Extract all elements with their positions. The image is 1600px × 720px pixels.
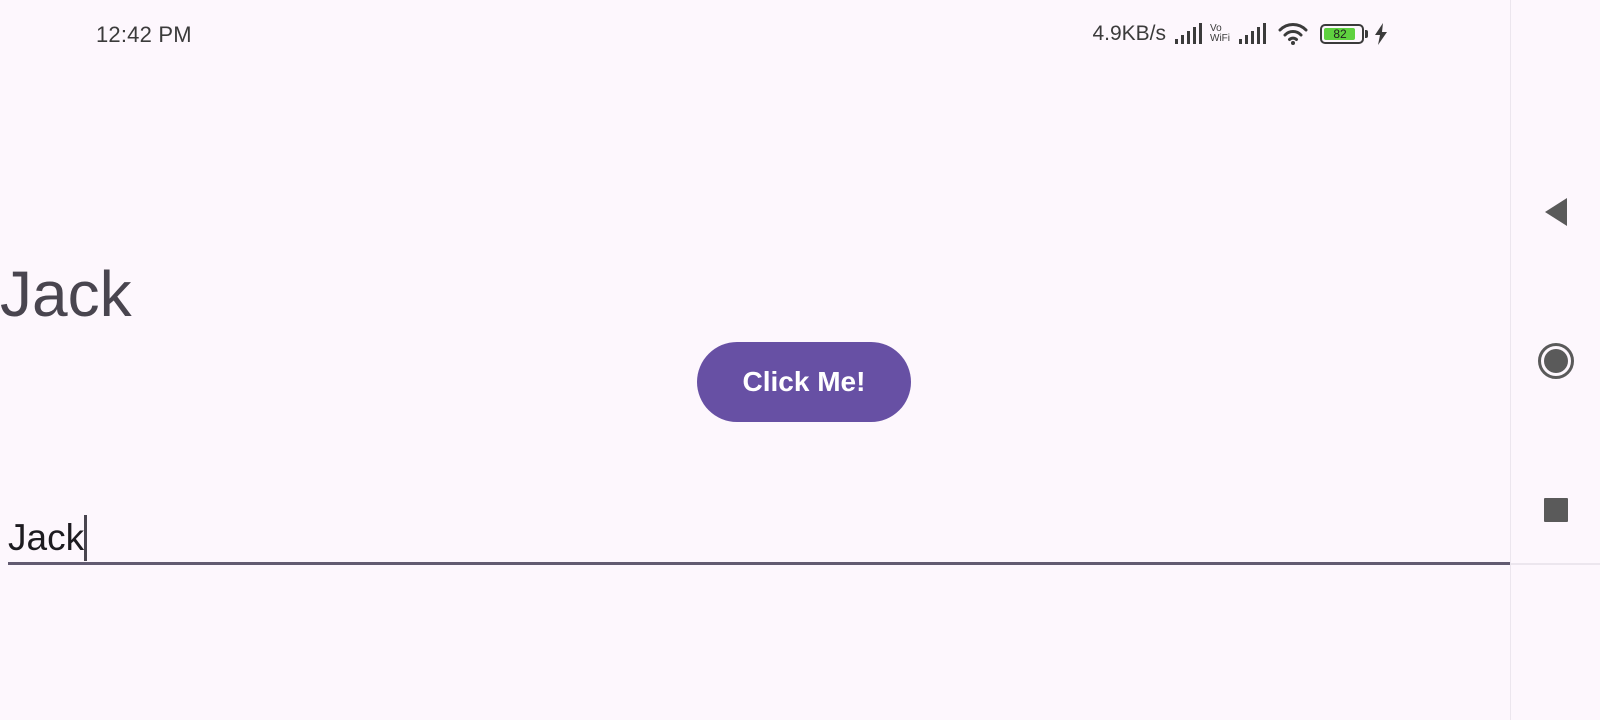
vowifi-icon: Vo WiFi [1210,24,1230,44]
charging-bolt-icon [1374,23,1388,45]
name-input-wrapper: Jack [8,515,88,561]
home-button[interactable] [1511,326,1600,396]
wifi-icon [1278,22,1308,46]
vowifi-bottom-label: WiFi [1210,33,1230,44]
back-icon [1543,197,1569,227]
recents-icon [1543,497,1569,523]
navigation-bar [1510,0,1600,720]
cellular-signal-icon [1174,23,1202,45]
status-icons: 4.9KB/s Vo WiFi 82 [1092,20,1388,48]
name-input-field[interactable]: Jack [8,505,1510,565]
battery-icon: 82 [1320,24,1368,44]
name-display-text: Jack [0,258,132,330]
network-speed: 4.9KB/s [1092,22,1166,45]
home-icon [1537,342,1575,380]
click-me-button[interactable]: Click Me! [697,342,911,422]
back-button[interactable] [1511,177,1600,247]
cellular-signal-icon [1238,23,1266,45]
recents-button[interactable] [1511,475,1600,545]
status-time: 12:42 PM [96,22,192,47]
app-area: 12:42 PM 4.9KB/s Vo WiFi 82 Jack Click M… [0,0,1510,720]
name-input-value[interactable]: Jack [8,517,84,559]
device-screen: 12:42 PM 4.9KB/s Vo WiFi 82 Jack Click M… [0,0,1600,720]
nav-divider [1510,563,1600,565]
battery-level: 82 [1333,27,1347,41]
text-cursor [84,515,88,561]
battery-tip [1365,30,1368,38]
